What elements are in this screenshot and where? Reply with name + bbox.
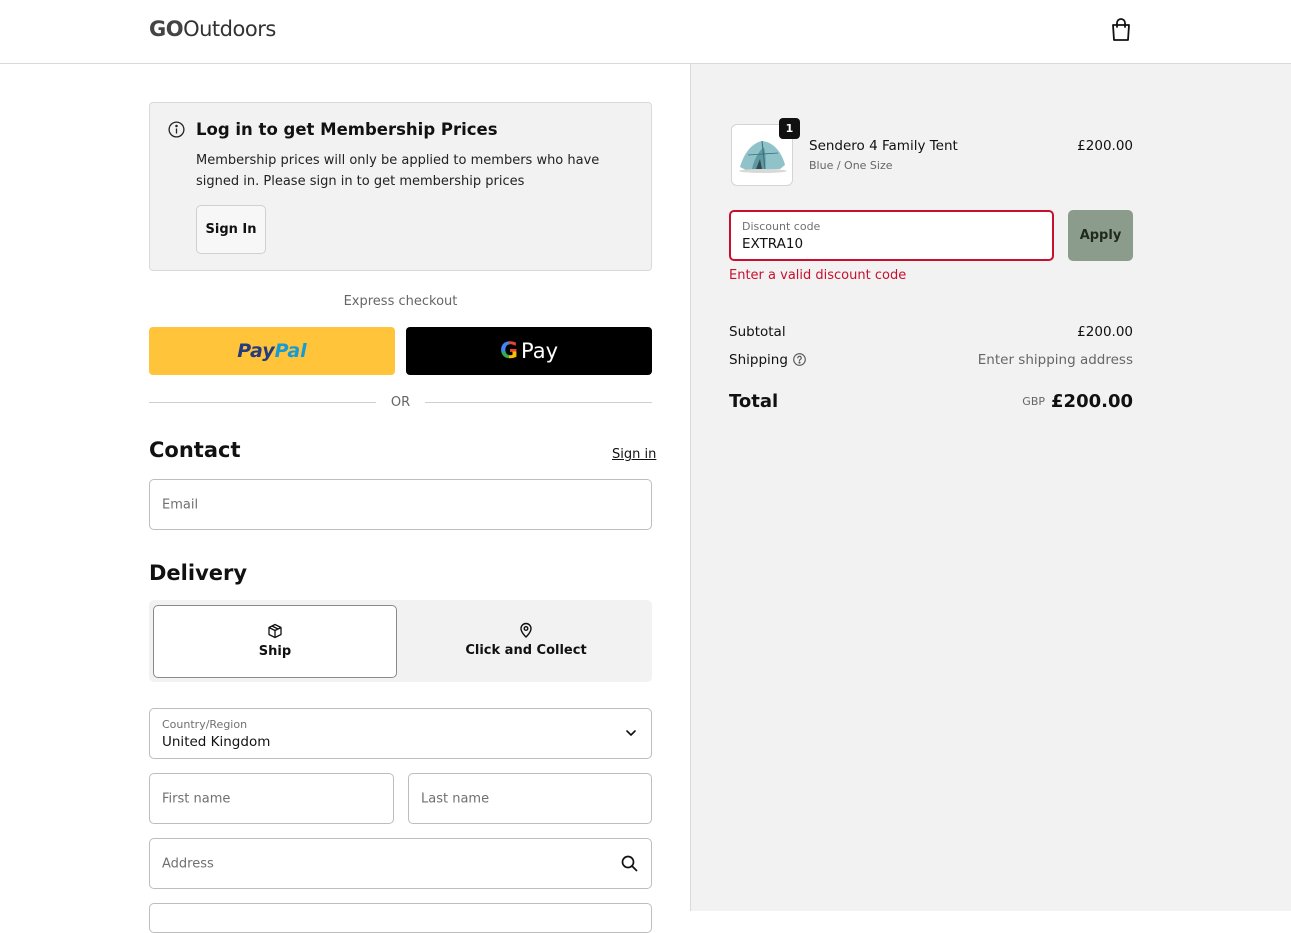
order-summary-pane	[690, 64, 1291, 911]
help-icon[interactable]	[793, 353, 806, 366]
shipping-value: Enter shipping address	[977, 352, 1133, 368]
last-name-field[interactable]: Last name	[408, 773, 652, 824]
email-field[interactable]: Email	[149, 479, 652, 530]
total-value: £200.00	[1051, 391, 1133, 412]
delivery-method-toggle: Ship Click and Collect	[149, 600, 652, 682]
membership-notice: Log in to get Membership Prices Membersh…	[149, 102, 652, 271]
subtotal-value: £200.00	[1077, 324, 1133, 340]
delivery-option-ship[interactable]: Ship	[153, 605, 397, 678]
first-name-field[interactable]: First name	[149, 773, 394, 824]
last-name-placeholder: Last name	[421, 791, 490, 806]
discount-code-field[interactable]: Discount code EXTRA10	[729, 210, 1054, 261]
box-icon	[268, 623, 282, 639]
delivery-heading: Delivery	[149, 561, 248, 585]
delivery-option-collect-label: Click and Collect	[465, 643, 587, 658]
first-name-placeholder: First name	[162, 791, 231, 806]
country-region-select[interactable]: Country/Region United Kingdom	[149, 708, 652, 759]
subtotal-label: Subtotal	[729, 324, 786, 340]
total-currency: GBP	[1022, 395, 1046, 408]
brand-logo-rest: Outdoors	[183, 17, 276, 41]
membership-text: Membership prices will only be applied t…	[196, 153, 600, 189]
paypal-logo-part2: Pal	[274, 340, 307, 362]
search-icon[interactable]	[621, 855, 638, 872]
quantity-badge: 1	[779, 118, 800, 139]
apply-discount-button[interactable]: Apply	[1068, 210, 1133, 261]
google-pay-label: Pay	[521, 339, 559, 363]
discount-code-label: Discount code	[742, 220, 821, 233]
contact-sign-in-link[interactable]: Sign in	[612, 447, 656, 462]
express-checkout-label: Express checkout	[343, 294, 458, 309]
delivery-option-click-and-collect[interactable]: Click and Collect	[404, 605, 648, 678]
delivery-option-ship-label: Ship	[258, 644, 292, 659]
shipping-label: Shipping	[729, 352, 788, 368]
country-region-value: United Kingdom	[162, 734, 271, 750]
address-field[interactable]: Address	[149, 838, 652, 889]
paypal-logo-part1: Pay	[237, 340, 275, 362]
country-region-label: Country/Region	[162, 718, 248, 731]
google-g-icon: G	[499, 338, 519, 364]
discount-error-message: Enter a valid discount code	[729, 268, 907, 283]
address-placeholder: Address	[162, 856, 214, 871]
or-text: OR	[390, 395, 411, 410]
paypal-button[interactable]: Pay Pal	[149, 327, 395, 375]
membership-title: Log in to get Membership Prices	[196, 120, 498, 139]
contact-heading: Contact	[149, 438, 241, 462]
map-pin-icon	[520, 622, 532, 638]
total-label: Total	[729, 391, 779, 412]
google-pay-button[interactable]: G Pay	[406, 327, 652, 375]
product-variant: Blue / One Size	[809, 159, 893, 172]
or-divider: OR	[149, 394, 652, 412]
membership-sign-in-button[interactable]: Sign In	[196, 205, 266, 254]
info-icon	[168, 121, 185, 138]
total-amount: GBP £200.00	[940, 391, 1133, 412]
product-price: £200.00	[1077, 138, 1133, 154]
email-placeholder: Email	[162, 497, 199, 512]
brand-logo-bold: GO	[149, 17, 184, 41]
brand-logo[interactable]: GOOutdoors	[149, 17, 276, 41]
next-address-field[interactable]	[149, 903, 652, 933]
site-header: GOOutdoors	[0, 0, 1291, 64]
discount-code-value: EXTRA10	[742, 236, 804, 252]
shipping-row: Shipping	[729, 352, 806, 368]
shopping-bag-icon[interactable]	[1110, 18, 1132, 42]
product-name: Sendero 4 Family Tent	[809, 138, 958, 154]
chevron-down-icon	[626, 730, 636, 736]
